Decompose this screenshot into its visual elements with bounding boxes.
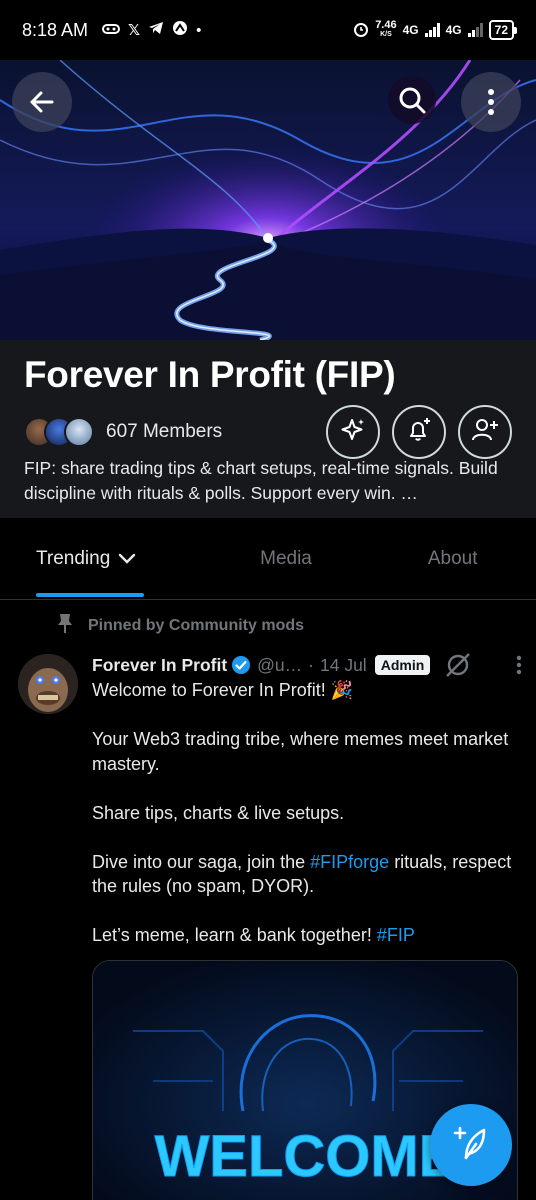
post-more-icon[interactable] xyxy=(516,655,522,675)
member-avatars[interactable] xyxy=(24,417,94,447)
hashtag-link[interactable]: #FIPforge xyxy=(310,852,389,872)
chevron-down-icon xyxy=(118,553,136,565)
network-type-2: 4G xyxy=(445,23,462,37)
post-date[interactable]: 14 Jul xyxy=(320,655,367,676)
members-row: 607 Members xyxy=(24,404,512,460)
post-body: Welcome to Forever In Profit! 🎉 Your Web… xyxy=(92,678,516,972)
author-handle[interactable]: @u… xyxy=(257,655,302,676)
search-icon xyxy=(397,85,427,115)
tab-label: Trending xyxy=(36,547,111,569)
author-name[interactable]: Forever In Profit xyxy=(92,655,227,676)
community-banner xyxy=(0,60,536,340)
game-icon xyxy=(102,22,121,39)
compose-post-button[interactable] xyxy=(430,1104,512,1186)
post-text-line: Dive into our saga, join the #FIPforge r… xyxy=(92,851,512,897)
post-text-line: Share tips, charts & live setups. xyxy=(92,802,345,823)
tab-label: Media xyxy=(260,547,312,569)
admin-badge: Admin xyxy=(374,655,431,675)
pinned-indicator: Pinned by Community mods xyxy=(56,612,304,639)
tab-media[interactable]: Media xyxy=(203,518,370,599)
signal-icon-2 xyxy=(467,23,483,37)
verified-badge-icon xyxy=(231,655,251,675)
pinned-label: Pinned by Community mods xyxy=(88,616,305,634)
invite-button[interactable] xyxy=(458,405,512,459)
avatar[interactable] xyxy=(18,654,78,714)
avatar xyxy=(64,417,94,447)
tab-about[interactable]: About xyxy=(369,518,536,599)
more-options-button[interactable] xyxy=(461,72,521,132)
arrow-left-icon xyxy=(28,88,56,116)
more-vertical-icon xyxy=(487,89,495,115)
notification-icons: 𝕏 • xyxy=(102,20,201,40)
back-button[interactable] xyxy=(12,72,72,132)
tab-trending[interactable]: Trending xyxy=(0,518,203,599)
community-tabs: Trending Media About xyxy=(0,518,536,600)
alarm-icon xyxy=(353,21,369,40)
telegram-icon xyxy=(148,21,164,39)
grok-button[interactable] xyxy=(326,405,380,459)
notifications-button[interactable] xyxy=(392,405,446,459)
compose-feather-icon xyxy=(452,1124,490,1167)
community-description: FIP: share trading tips & chart setups, … xyxy=(24,458,498,503)
dot-icon: • xyxy=(196,21,202,39)
app-icon xyxy=(172,20,188,40)
sparkle-icon xyxy=(340,417,366,448)
search-button[interactable] xyxy=(388,76,436,124)
tab-label: About xyxy=(427,547,478,569)
x-logo-icon: 𝕏 xyxy=(128,22,141,39)
network-type-1: 4G xyxy=(402,23,419,37)
pin-icon xyxy=(56,612,74,639)
post-text-line: Your Web3 trading tribe, where memes mee… xyxy=(92,729,509,774)
bell-plus-icon xyxy=(406,417,432,448)
status-bar: 8:18 AM 𝕏 • 7.46 K/S 4G 4G 72 xyxy=(0,0,536,60)
community-actions xyxy=(326,405,512,459)
status-time: 8:18 AM xyxy=(22,19,89,40)
media-caption: WELCOME xyxy=(155,1124,458,1189)
post-text-line: Welcome to Forever In Profit! 🎉 xyxy=(92,680,354,700)
post-text-line: Let’s meme, learn & bank together! #FIP xyxy=(92,925,415,945)
add-user-icon xyxy=(471,417,499,448)
post-header: Forever In Profit @u… · 14 Jul Admin xyxy=(92,652,522,678)
separator: · xyxy=(308,654,314,675)
community-header: Forever In Profit (FIP) 607 Members FIP:… xyxy=(0,340,536,518)
members-count[interactable]: 607 Members xyxy=(106,421,222,443)
signal-icon xyxy=(424,23,440,37)
battery-indicator: 72 xyxy=(488,20,518,40)
grok-icon[interactable] xyxy=(444,651,472,679)
net-speed: 7.46 K/S xyxy=(375,19,397,39)
system-status: 7.46 K/S 4G 4G 72 xyxy=(353,19,518,40)
hashtag-link[interactable]: #FIP xyxy=(377,925,415,945)
banner-image xyxy=(0,60,536,340)
community-title: Forever In Profit (FIP) xyxy=(24,354,396,395)
